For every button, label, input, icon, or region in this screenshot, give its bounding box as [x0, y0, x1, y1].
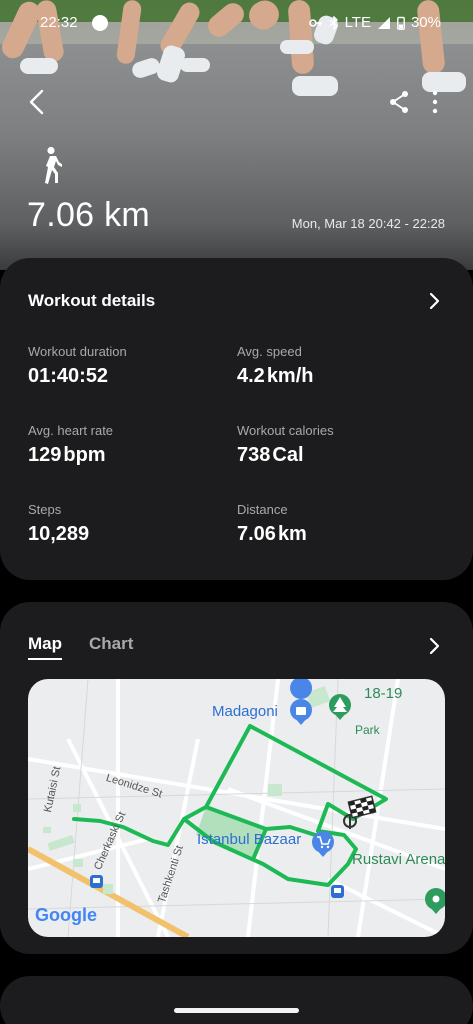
walking-person-icon: [45, 146, 62, 184]
stat-label: Workout duration: [28, 344, 127, 359]
workout-date-range: Mon, Mar 18 20:42 - 22:28: [291, 216, 445, 231]
chevron-right-icon[interactable]: [428, 636, 442, 656]
route-card: Map Chart Madagoni 18-19 Park Istanbul B…: [0, 602, 473, 954]
stat-value: 129 bpm: [28, 444, 113, 467]
stat-avg-speed: Avg. speed 4.2 km/h: [237, 344, 314, 388]
battery-percent: 30%: [410, 14, 441, 31]
stat-value: 10,289: [28, 523, 90, 545]
stat-label: Distance: [237, 502, 288, 517]
gesture-nav-bar[interactable]: [174, 1008, 299, 1013]
stat-unit: km/h: [266, 365, 314, 387]
stat-steps: Steps 10,289: [28, 502, 89, 546]
stat-duration: Workout duration 01:40:52: [28, 344, 127, 388]
status-bar: 22:32 LTE 30%: [0, 0, 473, 46]
stat-unit: km: [277, 523, 307, 545]
messenger-icon: [92, 15, 108, 31]
stat-unit: bpm: [63, 444, 106, 466]
map-label-park: Park: [355, 723, 380, 737]
stat-distance: Distance 7.06 km: [237, 502, 307, 546]
signal-icon: [377, 16, 390, 29]
map-label-madagoni: Madagoni: [212, 703, 278, 720]
stat-number: 738: [237, 444, 271, 466]
network-type: LTE: [344, 14, 371, 31]
stat-number: 7.06: [237, 523, 276, 545]
more-options-icon[interactable]: [428, 90, 442, 114]
back-arrow-icon[interactable]: [26, 88, 50, 116]
stat-number: 129: [28, 444, 62, 466]
stat-calories: Workout calories 738 Cal: [237, 423, 334, 467]
map-label-rustavi-arena: Rustavi Arena: [352, 851, 445, 868]
chevron-right-icon[interactable]: [428, 291, 442, 311]
next-section-card: [0, 976, 473, 1024]
tab-map[interactable]: Map: [28, 634, 62, 660]
stat-unit: Cal: [272, 444, 304, 466]
shopping-pin-icon: [290, 679, 313, 725]
stat-label: Steps: [28, 502, 62, 517]
tab-chart[interactable]: Chart: [89, 634, 133, 654]
stat-label: Avg. heart rate: [28, 423, 114, 438]
google-logo: Google: [35, 905, 97, 925]
vpn-key-icon: [308, 18, 322, 27]
map-label-istanbul-bazaar: Istanbul Bazaar: [197, 831, 302, 848]
status-time: 22:32: [40, 14, 78, 31]
workout-details-card[interactable]: Workout details Workout duration 01:40:5…: [0, 258, 473, 580]
stat-value: 738 Cal: [237, 444, 334, 467]
stat-number: 4.2: [237, 365, 265, 387]
battery-icon: [397, 16, 405, 30]
bluetooth-icon: [329, 15, 338, 30]
total-distance: 7.06 km: [27, 196, 151, 234]
stat-value: 01:40:52: [28, 365, 109, 387]
share-icon[interactable]: [388, 90, 410, 114]
stat-value: 7.06 km: [237, 523, 307, 546]
stat-heart-rate: Avg. heart rate 129 bpm: [28, 423, 113, 467]
workout-details-title: Workout details: [28, 291, 156, 310]
stat-label: Avg. speed: [237, 344, 302, 359]
map-label-18-19: 18-19: [364, 685, 403, 702]
stat-value: 4.2 km/h: [237, 365, 314, 388]
stat-label: Workout calories: [237, 423, 334, 438]
route-map[interactable]: Madagoni 18-19 Park Istanbul Bazaar Rust…: [28, 679, 445, 937]
